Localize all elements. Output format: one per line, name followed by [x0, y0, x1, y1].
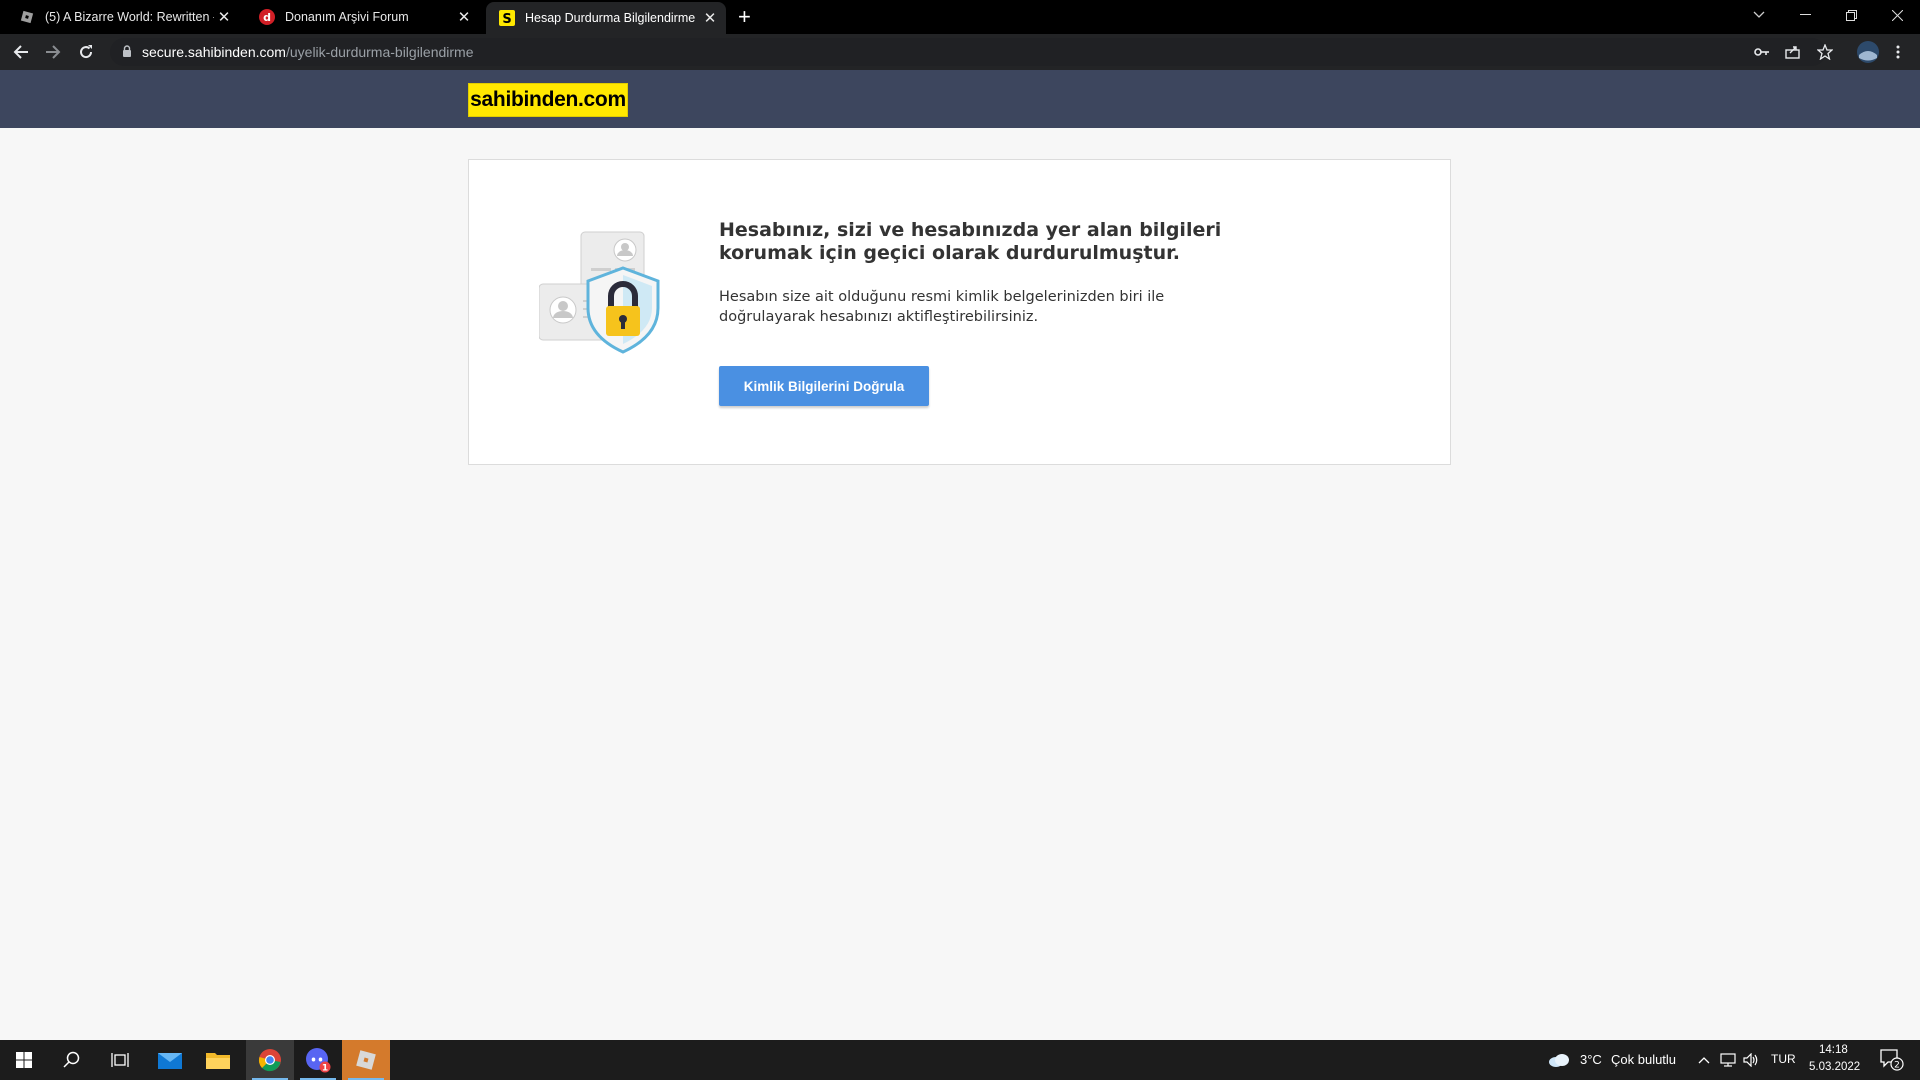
suspension-description: Hesabın size ait olduğunu resmi kimlik b… — [719, 289, 1165, 325]
tab-title: Hesap Durdurma Bilgilendirme — [525, 11, 696, 25]
tab-donanim-arsivi[interactable]: d Donanım Arşivi Forum ✕ — [240, 0, 480, 34]
verify-identity-button[interactable]: Kimlik Bilgilerini Doğrula — [719, 366, 929, 406]
sahibinden-icon: S — [499, 10, 515, 26]
clock-date[interactable]: 5.03.2022 — [1809, 1061, 1860, 1073]
svg-text:d: d — [263, 11, 271, 24]
account-suspended-card: Hesabınız, sizi ve hesabınızda yer alan … — [468, 159, 1451, 465]
new-tab-button[interactable]: + — [738, 5, 751, 29]
close-window-button[interactable] — [1874, 0, 1920, 30]
search-icon[interactable] — [48, 1040, 96, 1080]
chrome-icon[interactable] — [246, 1040, 294, 1080]
notification-center-icon[interactable]: 2 — [1874, 1040, 1910, 1080]
tab-title: (5) A Bizarre World: Rewritten - R — [45, 10, 214, 24]
arrow-left-icon — [13, 45, 28, 59]
network-icon[interactable] — [1719, 1040, 1737, 1080]
menu-kebab-icon[interactable] — [1888, 42, 1908, 62]
share-icon[interactable] — [1783, 42, 1803, 62]
discord-badge: 1 — [322, 1064, 328, 1074]
windows-taskbar: 1 3°C Çok bulutlu TUR 14:18 5.03.2022 2 — [0, 1040, 1920, 1080]
forward-button[interactable] — [38, 34, 68, 70]
id-card-lock-shield-icon — [539, 231, 660, 354]
tab-hesap-durdurma[interactable]: S Hesap Durdurma Bilgilendirme ✕ — [486, 2, 726, 34]
url-host: secure.sahibinden.com — [142, 44, 286, 60]
url-path: /uyelik-durdurma-bilgilendirme — [285, 44, 474, 60]
browser-toolbar: secure.sahibinden.com/uyelik-durdurma-bi… — [0, 34, 1920, 70]
minimize-button[interactable] — [1782, 0, 1828, 30]
lock-icon[interactable] — [122, 44, 132, 60]
language-indicator[interactable]: TUR — [1771, 1052, 1796, 1066]
bookmark-star-icon[interactable] — [1815, 42, 1835, 62]
file-explorer-icon[interactable] — [194, 1040, 242, 1080]
clock-time[interactable]: 14:18 — [1819, 1044, 1848, 1056]
site-header: sahibinden.com — [0, 70, 1920, 128]
roblox-icon — [19, 9, 35, 25]
notification-count: 2 — [1894, 1061, 1900, 1071]
task-view-icon[interactable] — [96, 1040, 144, 1080]
key-icon[interactable] — [1752, 42, 1772, 62]
chevron-up-icon[interactable] — [1696, 1040, 1712, 1080]
restore-button[interactable] — [1828, 0, 1874, 30]
profile-avatar[interactable] — [1856, 40, 1880, 64]
close-tab-icon[interactable]: ✕ — [700, 9, 720, 27]
back-button[interactable] — [6, 34, 36, 70]
tab-search-icon[interactable] — [1736, 0, 1782, 30]
browser-tab-strip: (5) A Bizarre World: Rewritten - R ✕ d D… — [0, 0, 1920, 34]
tab-roblox[interactable]: (5) A Bizarre World: Rewritten - R ✕ — [0, 0, 240, 34]
start-icon[interactable] — [0, 1040, 48, 1080]
arrow-right-icon — [46, 45, 61, 59]
donanimarsivi-icon: d — [259, 9, 275, 25]
reload-button[interactable] — [71, 34, 101, 70]
site-logo[interactable]: sahibinden.com — [468, 83, 628, 117]
weather-cloud-icon[interactable] — [1546, 1040, 1572, 1080]
discord-icon[interactable]: 1 — [294, 1040, 342, 1080]
close-tab-icon[interactable]: ✕ — [454, 8, 474, 26]
suspension-headline: Hesabınız, sizi ve hesabınızda yer alan … — [719, 219, 1222, 264]
address-bar[interactable]: secure.sahibinden.com/uyelik-durdurma-bi… — [110, 38, 1826, 66]
volume-icon[interactable] — [1742, 1040, 1760, 1080]
svg-text:S: S — [502, 12, 511, 26]
close-tab-icon[interactable]: ✕ — [214, 8, 234, 26]
weather-temperature[interactable]: 3°C — [1580, 1052, 1602, 1067]
reload-icon — [80, 45, 93, 59]
tab-title: Donanım Arşivi Forum — [285, 10, 409, 24]
mail-icon[interactable] — [146, 1040, 194, 1080]
weather-description[interactable]: Çok bulutlu — [1611, 1052, 1676, 1067]
roblox-studio-icon[interactable] — [342, 1040, 390, 1080]
